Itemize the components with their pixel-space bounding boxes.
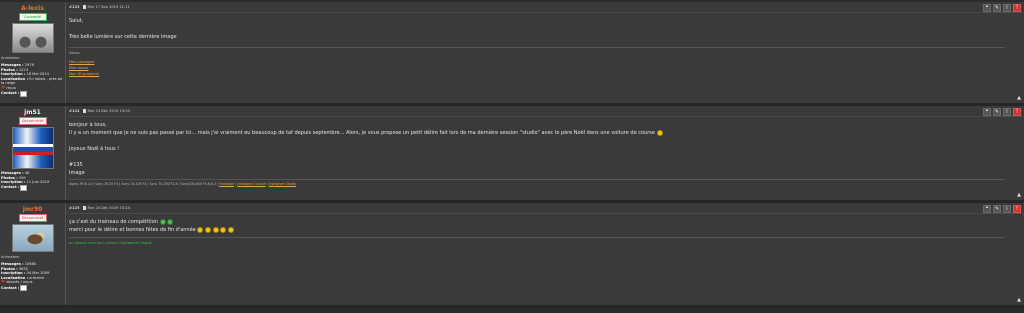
smiley-icon: [656, 129, 663, 136]
author-profile: A-lexis Connecté Animateur Messages : 29…: [0, 2, 66, 103]
arrow-up-icon[interactable]: ▲: [1017, 297, 1021, 303]
post-actions: ❝ ✎ i !: [983, 205, 1021, 213]
report-icon[interactable]: !: [1013, 4, 1021, 12]
arrow-up-icon[interactable]: ▲: [1017, 95, 1021, 101]
smiley-icon: [167, 218, 174, 225]
post-header: #123 Mar 17 Sep 2019 11:11: [69, 2, 1024, 13]
post-content: #125 Mar 24 Déc 2019 15:24 ❝ ✎ i ! ça c'…: [66, 203, 1024, 305]
smiley-icon: [204, 226, 211, 233]
info-icon[interactable]: i: [1003, 108, 1011, 116]
user-rank: Animateur: [1, 255, 20, 259]
quote-icon[interactable]: ❝: [983, 4, 991, 12]
info-icon[interactable]: i: [1003, 205, 1011, 213]
avatar[interactable]: [11, 23, 54, 53]
edit-icon[interactable]: ✎: [993, 205, 1001, 213]
author-name[interactable]: jm51: [1, 109, 64, 117]
smiley-icon: [220, 226, 227, 233]
heart-icon: ❤: [1, 84, 6, 91]
quote-icon[interactable]: ❝: [983, 108, 991, 116]
user-stats: Messages : 2976 Photos : 1223 Inscriptio…: [1, 63, 63, 86]
user-stats: Messages : 46 Photos : 109 Inscription :…: [1, 171, 50, 185]
signature-divider: [69, 179, 1005, 180]
forum-post: A-lexis Connecté Animateur Messages : 29…: [0, 2, 1024, 106]
post-date: Mar 24 Déc 2019 13:03: [87, 109, 130, 113]
forum-post: jmr90 Déconnecté Animateur Messages : 10…: [0, 203, 1024, 308]
report-icon[interactable]: !: [1013, 108, 1021, 116]
post-header: #125 Mar 24 Déc 2019 15:24: [69, 203, 1024, 214]
edit-icon[interactable]: ✎: [993, 4, 1001, 12]
avatar[interactable]: [11, 224, 54, 252]
signature-link[interactable]: Mon fil pompiers: [69, 71, 1024, 77]
post-actions: ❝ ✎ i !: [983, 4, 1021, 12]
signature-link[interactable]: Facebook: [219, 182, 234, 186]
envelope-icon[interactable]: [20, 90, 28, 97]
author-profile: jmr90 Déconnecté Animateur Messages : 10…: [0, 203, 66, 305]
info-icon[interactable]: i: [1003, 4, 1011, 12]
report-icon[interactable]: !: [1013, 205, 1021, 213]
contact[interactable]: Contact :: [1, 90, 64, 97]
post-date: Mar 17 Sep 2019 11:11: [87, 5, 130, 9]
smiley-icon: [159, 218, 166, 225]
contact[interactable]: Contact :: [1, 184, 64, 191]
forum-post: jm51 Déconnecté Messages : 46 Photos : 1…: [0, 106, 1024, 203]
post-icon: [82, 109, 86, 113]
post-body: bonjour à tous, Il y a un moment que je …: [69, 117, 1024, 177]
status-badge: Déconnecté: [18, 117, 47, 125]
signature: Alpha 7R III x2 | Sony 16-35 F4 | Sony 2…: [69, 182, 297, 186]
smiley-icon: [212, 226, 219, 233]
author-name[interactable]: jmr90: [1, 206, 64, 214]
envelope-icon[interactable]: [20, 285, 28, 292]
post-number[interactable]: #125: [69, 206, 80, 210]
signature-divider: [69, 47, 1005, 48]
author-profile: jm51 Déconnecté Messages : 46 Photos : 1…: [0, 106, 66, 200]
post-date: Mar 24 Déc 2019 15:24: [87, 206, 130, 210]
post-content: #124 Mar 24 Déc 2019 13:03 ❝ ✎ i ! bonjo…: [66, 106, 1024, 200]
status-badge: Déconnecté: [18, 214, 47, 222]
signature-link[interactable]: Instagram Studio: [269, 182, 296, 186]
edit-icon[interactable]: ✎: [993, 108, 1001, 116]
smiley-icon: [227, 226, 234, 233]
post-number[interactable]: #124: [69, 109, 80, 113]
signature-divider: [69, 237, 1005, 238]
post-number[interactable]: #123: [69, 5, 80, 9]
signature: au dessus mes bon critique hautement ris…: [69, 241, 152, 245]
post-icon: [82, 5, 86, 9]
post-actions: ❝ ✎ i !: [983, 108, 1021, 116]
post-content: #123 Mar 17 Sep 2019 11:11 ❝ ✎ i ! Salut…: [66, 2, 1024, 103]
post-icon: [82, 206, 86, 210]
heart-icon: ❤: [1, 279, 6, 286]
signature-link[interactable]: Instagram Course: [237, 182, 265, 186]
arrow-up-icon[interactable]: ▲: [1017, 192, 1021, 198]
post-body: Salut, Très belle lumière sur cette dern…: [69, 18, 177, 40]
user-rank: Animateur: [1, 56, 20, 60]
post-body: ça c'est du traineau de compétition merc…: [69, 214, 1024, 234]
contact[interactable]: Contact :: [1, 285, 64, 292]
quote-icon[interactable]: ❝: [983, 205, 991, 213]
author-name[interactable]: A-lexis: [1, 5, 64, 13]
smiley-icon: [197, 226, 204, 233]
post-header: #124 Mar 24 Déc 2019 13:03: [69, 106, 1024, 117]
status-badge: Connecté: [18, 13, 47, 21]
envelope-icon[interactable]: [20, 184, 28, 191]
signature: Alexis Mes paysages Mes essais Mon fil p…: [69, 50, 1024, 77]
user-stats: Messages : 10680 Photos : 3632 Inscripti…: [1, 262, 50, 280]
avatar[interactable]: [11, 127, 54, 169]
